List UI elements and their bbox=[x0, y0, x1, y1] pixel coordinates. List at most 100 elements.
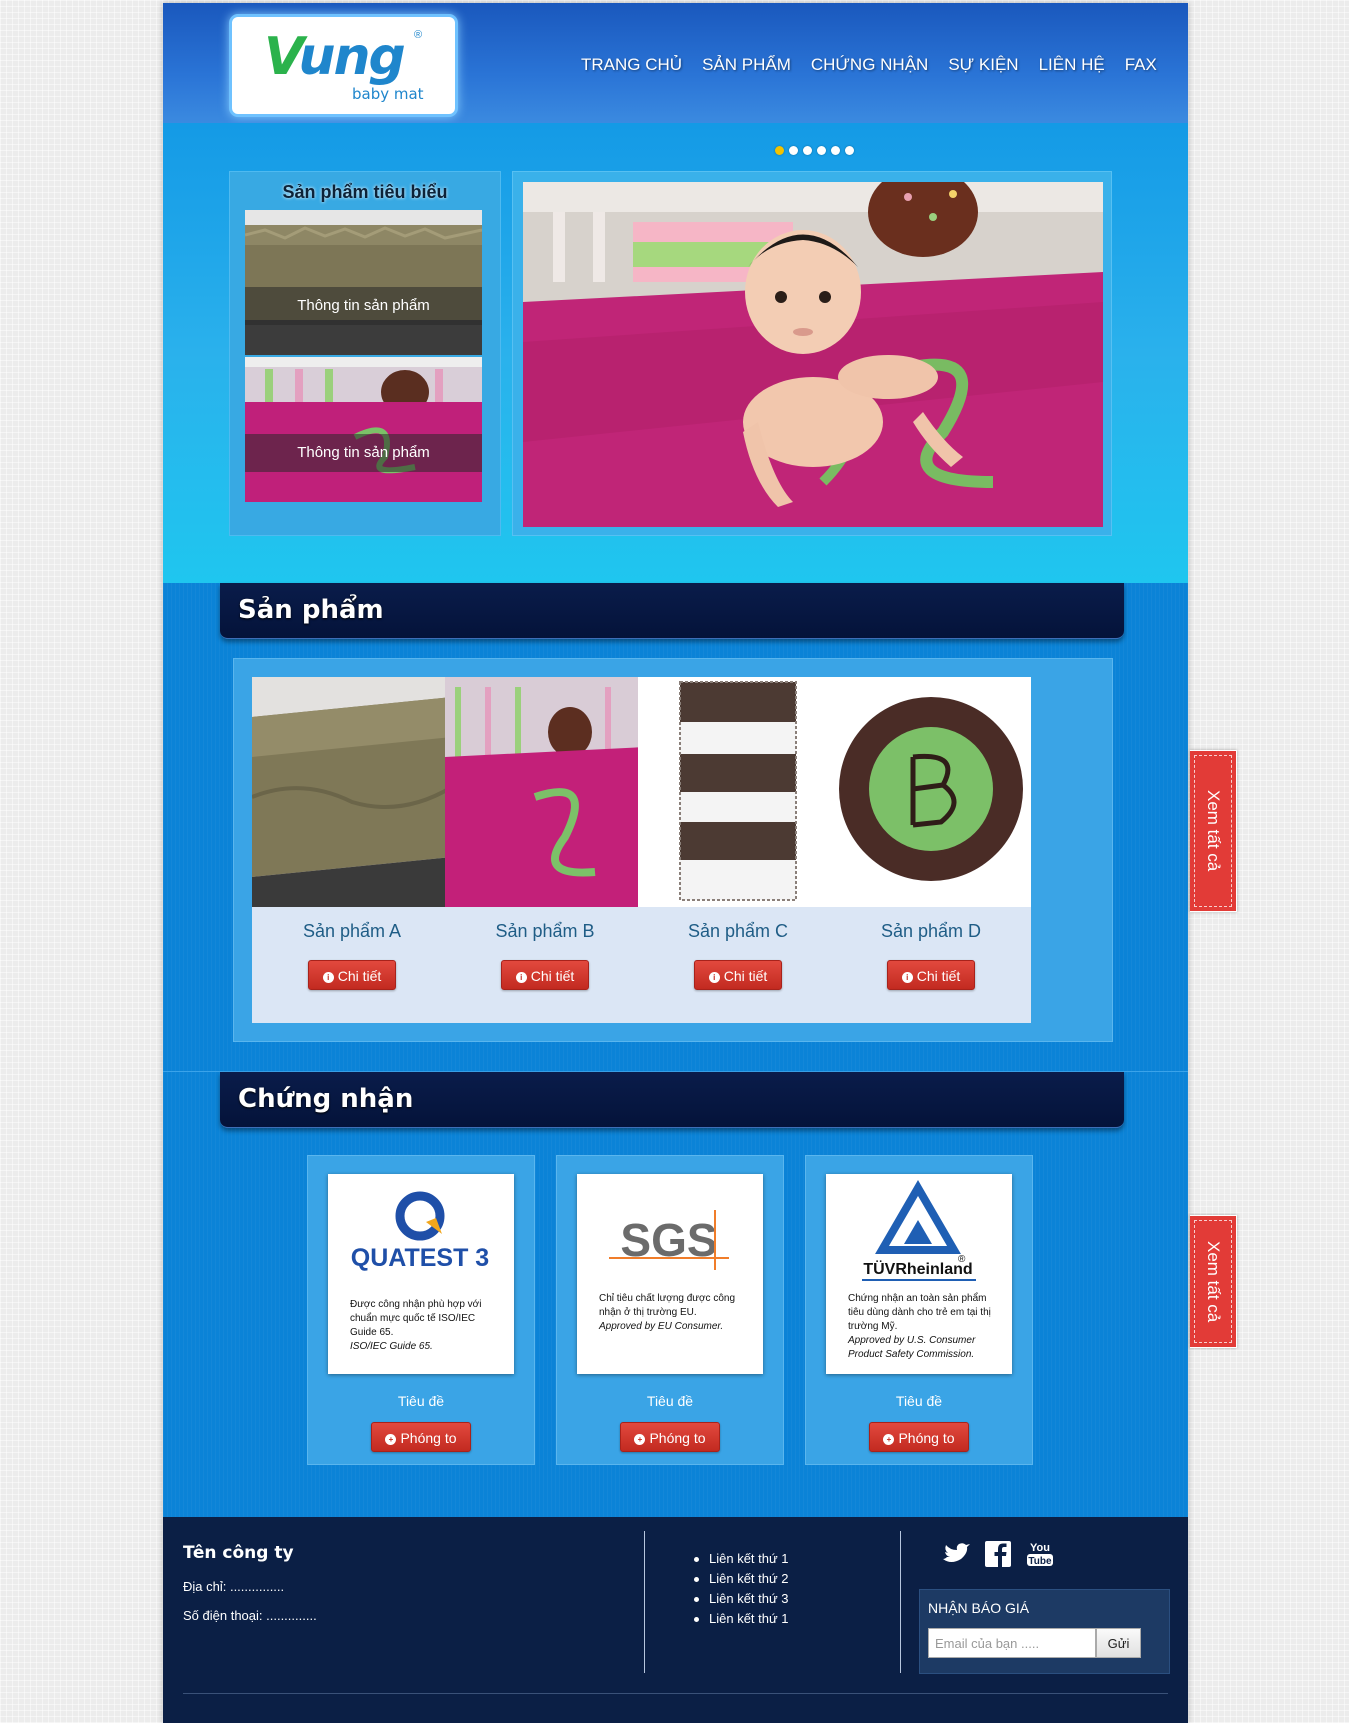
footer-link[interactable]: Liên kết thứ 2 bbox=[691, 1571, 789, 1586]
logo-wordmark: Vung bbox=[264, 27, 406, 87]
slider-dot[interactable] bbox=[845, 146, 854, 155]
view-all-products-tab[interactable]: Xem tất cả bbox=[1190, 750, 1237, 912]
pink-rug-image bbox=[445, 677, 645, 907]
slider-dot[interactable] bbox=[817, 146, 826, 155]
footer-links: Liên kết thứ 1 Liên kết thứ 2 Liên kết t… bbox=[691, 1551, 789, 1631]
footer: Tên công ty Địa chỉ: ............... Số … bbox=[163, 1517, 1188, 1723]
product-card: Sản phẩm C i Chi tiết bbox=[638, 677, 838, 1023]
youtube-icon[interactable]: You Tube bbox=[1025, 1539, 1055, 1569]
header: Vung ® baby mat Trang chủ Sản phẩm Chứng… bbox=[163, 3, 1188, 123]
zoom-button[interactable]: + Phóng to bbox=[620, 1422, 720, 1452]
twitter-icon[interactable] bbox=[941, 1539, 971, 1569]
slide-image bbox=[523, 182, 1103, 527]
products-section: Sản phẩm Sản phẩm A i Chi tiết Sản phẩm … bbox=[163, 583, 1188, 1071]
featured-caption: Thông tin sản phẩm bbox=[245, 287, 482, 325]
facebook-icon[interactable] bbox=[983, 1539, 1013, 1569]
footer-divider bbox=[644, 1531, 645, 1673]
cert-image[interactable]: ® TÜVRheinland Chứng nhận an toàn sản ph… bbox=[826, 1174, 1012, 1374]
featured-item[interactable]: Thông tin sản phẩm bbox=[245, 357, 482, 502]
featured-caption: Thông tin sản phẩm bbox=[245, 434, 482, 472]
cert-description: Chỉ tiêu chất lượng được công nhận ở thị… bbox=[599, 1293, 736, 1332]
product-image[interactable] bbox=[445, 677, 645, 907]
details-button[interactable]: i Chi tiết bbox=[501, 960, 589, 990]
nav-item-fax[interactable]: FAX bbox=[1125, 55, 1157, 75]
nav-item-contact[interactable]: Liên hệ bbox=[1039, 55, 1105, 75]
svg-text:You: You bbox=[1030, 1542, 1050, 1554]
product-card: Sản phẩm D i Chi tiết bbox=[831, 677, 1031, 1023]
nav-item-events[interactable]: Sự kiện bbox=[948, 55, 1018, 75]
cert-image[interactable]: SGS Chỉ tiêu chất lượng được công nhận ở… bbox=[577, 1174, 763, 1374]
cert-title: Tiêu đề bbox=[646, 1393, 694, 1409]
certifications-title: Chứng nhận bbox=[238, 1084, 414, 1114]
product-image[interactable] bbox=[252, 677, 452, 907]
logo-registered-mark: ® bbox=[414, 29, 423, 41]
product-image[interactable] bbox=[831, 677, 1031, 907]
view-all-certifications-tab[interactable]: Xem tất cả bbox=[1190, 1215, 1237, 1348]
products-header-bar: Sản phẩm bbox=[220, 583, 1124, 639]
nav-item-products[interactable]: Sản phẩm bbox=[702, 55, 791, 75]
slider-dot[interactable] bbox=[803, 146, 812, 155]
logo-subtitle: baby mat bbox=[352, 85, 424, 103]
info-icon: i bbox=[322, 971, 334, 983]
info-icon: i bbox=[901, 971, 913, 983]
nav-item-certifications[interactable]: Chứng nhận bbox=[811, 55, 928, 75]
email-input[interactable] bbox=[928, 1628, 1096, 1658]
details-button[interactable]: i Chi tiết bbox=[694, 960, 782, 990]
company-address: Địa chỉ: ............... bbox=[183, 1579, 285, 1594]
round-b-rug-image bbox=[831, 677, 1031, 907]
zoom-button[interactable]: + Phóng to bbox=[371, 1422, 471, 1452]
svg-text:Tube: Tube bbox=[1028, 1556, 1052, 1567]
product-name: Sản phẩm B bbox=[495, 921, 595, 941]
slider-dots bbox=[775, 146, 859, 155]
footer-bottom-line bbox=[183, 1693, 1168, 1694]
footer-link[interactable]: Liên kết thứ 1 bbox=[691, 1551, 789, 1566]
footer-link[interactable]: Liên kết thứ 3 bbox=[691, 1591, 789, 1606]
footer-divider bbox=[900, 1531, 901, 1673]
shag-rug-image bbox=[252, 677, 452, 907]
zoom-icon: + bbox=[883, 1433, 895, 1445]
product-image[interactable] bbox=[638, 677, 838, 907]
featured-title: Sản phẩm tiêu biểu bbox=[282, 182, 448, 202]
zoom-icon: + bbox=[385, 1433, 397, 1445]
baby-on-rug-photo bbox=[523, 182, 1103, 527]
product-name: Sản phẩm D bbox=[880, 921, 982, 941]
view-all-label: Xem tất cả bbox=[1204, 790, 1223, 872]
slider-dot[interactable] bbox=[775, 146, 784, 155]
info-icon: i bbox=[515, 971, 527, 983]
svg-text:QUATEST 3: QUATEST 3 bbox=[351, 1244, 489, 1272]
product-card: Sản phẩm B i Chi tiết bbox=[445, 677, 645, 1023]
quote-title: NHẬN BÁO GIÁ bbox=[928, 1600, 1030, 1616]
logo[interactable]: Vung ® baby mat bbox=[229, 14, 458, 117]
product-name: Sản phẩm A bbox=[302, 921, 402, 941]
slider-dot[interactable] bbox=[789, 146, 798, 155]
product-name: Sản phẩm C bbox=[687, 921, 789, 941]
info-icon: i bbox=[708, 971, 720, 983]
zoom-button[interactable]: + Phóng to bbox=[869, 1422, 969, 1452]
shag-rug-image bbox=[245, 210, 482, 355]
submit-button[interactable]: Gửi bbox=[1096, 1628, 1141, 1658]
details-button[interactable]: i Chi tiết bbox=[887, 960, 975, 990]
cert-card: SGS Chỉ tiêu chất lượng được công nhận ở… bbox=[556, 1155, 784, 1465]
pink-rug-image bbox=[245, 357, 482, 502]
footer-link[interactable]: Liên kết thứ 1 bbox=[691, 1611, 789, 1626]
cert-description: Được công nhận phù hợp với chuẩn mực quố… bbox=[350, 1299, 482, 1352]
product-card: Sản phẩm A i Chi tiết bbox=[252, 677, 452, 1023]
image-slider[interactable] bbox=[512, 171, 1112, 536]
view-all-label: Xem tất cả bbox=[1204, 1240, 1223, 1323]
tuv-rheinland-logo: ® TÜVRheinland bbox=[862, 1180, 976, 1281]
quatest-logo: QUATEST 3 bbox=[351, 1191, 489, 1272]
details-button[interactable]: i Chi tiết bbox=[308, 960, 396, 990]
nav-item-home[interactable]: Trang chủ bbox=[581, 55, 682, 75]
cert-title: Tiêu đề bbox=[397, 1393, 445, 1409]
svg-text:TÜVRheinland: TÜVRheinland bbox=[863, 1259, 972, 1278]
products-title: Sản phẩm bbox=[238, 595, 384, 625]
cert-image[interactable]: QUATEST 3 Được công nhận phù hợp với chu… bbox=[328, 1174, 514, 1374]
featured-item[interactable]: Thông tin sản phẩm bbox=[245, 210, 482, 355]
certifications-section: Chứng nhận QUATEST 3 Được công nhận phù … bbox=[163, 1071, 1188, 1517]
social-links: You Tube bbox=[941, 1539, 1067, 1569]
company-phone: Số điện thoại: .............. bbox=[183, 1608, 317, 1623]
products-grid: Sản phẩm A i Chi tiết Sản phẩm B i Chi t… bbox=[233, 658, 1113, 1042]
slider-dot[interactable] bbox=[831, 146, 840, 155]
cert-description: Chứng nhận an toàn sản phẩm tiêu dùng dà… bbox=[848, 1293, 991, 1360]
cert-card: ® TÜVRheinland Chứng nhận an toàn sản ph… bbox=[805, 1155, 1033, 1465]
